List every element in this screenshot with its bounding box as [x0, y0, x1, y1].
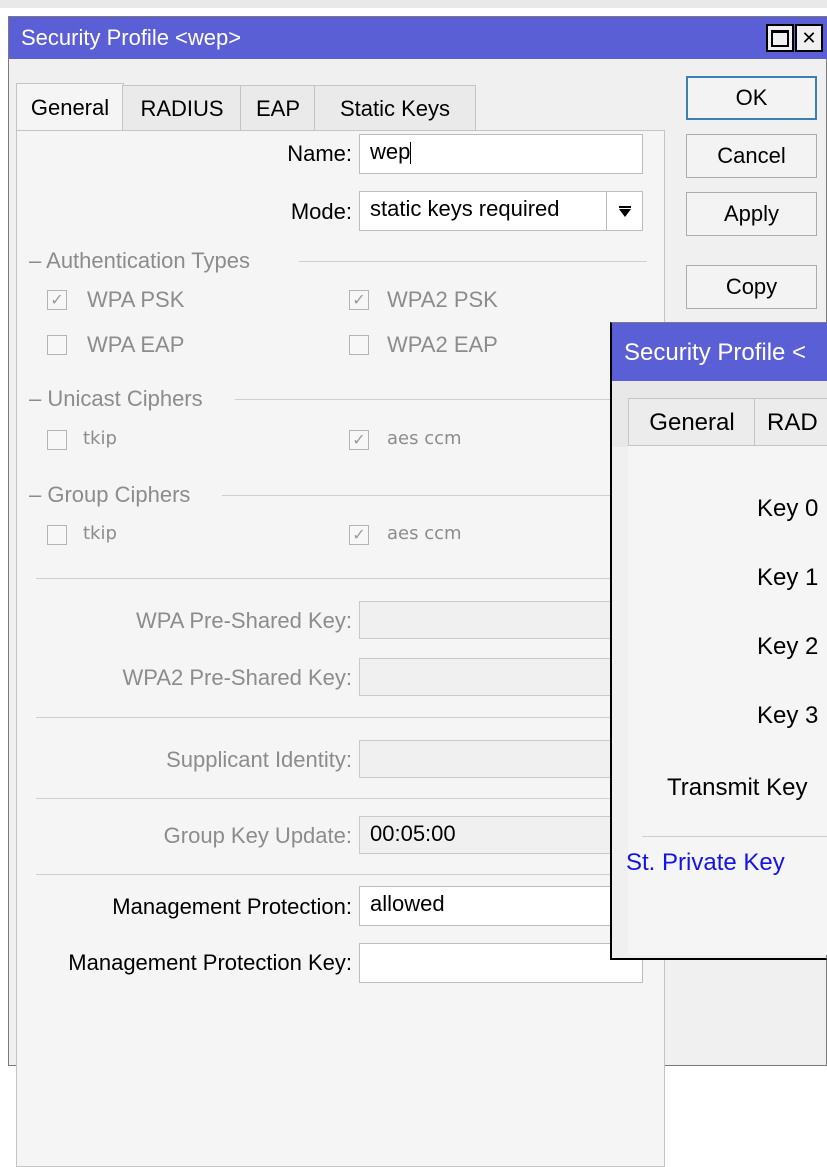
group-aes-ccm-label: aes ccm	[387, 523, 462, 544]
name-input[interactable]: wep	[359, 134, 643, 174]
key-0-label: Key 0	[757, 495, 819, 522]
tab-general[interactable]: General	[16, 83, 124, 132]
unicast-tkip-checkbox[interactable]	[47, 430, 67, 450]
unicast-ciphers-divider	[235, 399, 647, 400]
unicast-aes-ccm-checkbox[interactable]: ✓	[349, 430, 369, 450]
maximize-button[interactable]	[766, 24, 794, 52]
copy-button[interactable]: Copy	[686, 265, 817, 309]
title-bar[interactable]: Security Profile <wep> ✕	[9, 17, 827, 59]
group-ciphers-divider	[222, 495, 647, 496]
group-key-update-label: Group Key Update:	[163, 823, 352, 848]
ok-button[interactable]: OK	[686, 76, 817, 120]
divider-1	[36, 578, 647, 579]
mode-select[interactable]: static keys required	[359, 191, 643, 231]
mode-dropdown-button[interactable]	[606, 192, 642, 230]
tab-static-keys[interactable]: Static Keys	[314, 85, 476, 131]
wpa2-psk-label: WPA2 PSK	[387, 287, 498, 312]
overlay-title-bar[interactable]: Security Profile <	[612, 323, 827, 381]
wpa2-eap-label: WPA2 EAP	[387, 332, 498, 357]
group-aes-ccm-checkbox[interactable]: ✓	[349, 525, 369, 545]
key-1-label: Key 1	[757, 564, 819, 591]
wpa-psk-key-label: WPA Pre-Shared Key:	[135, 608, 352, 633]
mode-label: Mode:	[290, 199, 352, 224]
close-icon: ✕	[801, 27, 817, 49]
wpa-psk-label: WPA PSK	[87, 287, 185, 312]
divider-3	[36, 798, 647, 799]
group-tkip-checkbox[interactable]	[47, 525, 67, 545]
cancel-button[interactable]: Cancel	[686, 134, 817, 178]
overlay-tab-radius[interactable]: RAD	[754, 398, 827, 447]
apply-button[interactable]: Apply	[686, 192, 817, 236]
overlay-window-title: Security Profile <	[624, 339, 807, 366]
mgmt-protection-select[interactable]: allowed	[359, 886, 643, 926]
general-tab-panel	[16, 130, 665, 1167]
auth-types-divider	[299, 261, 647, 262]
close-button[interactable]: ✕	[795, 24, 823, 52]
overlay-divider	[642, 836, 827, 837]
supplicant-identity-label: Supplicant Identity:	[166, 747, 352, 772]
text-cursor	[410, 142, 412, 165]
tab-eap[interactable]: EAP	[240, 85, 316, 131]
wpa2-eap-checkbox[interactable]	[349, 335, 369, 355]
wpa2-psk-checkbox[interactable]: ✓	[349, 290, 369, 310]
name-label: Name:	[287, 141, 352, 166]
group-tkip-label: tkip	[83, 523, 117, 544]
st-private-key-label: St. Private Key	[626, 849, 785, 876]
group-ciphers-title: – Group Ciphers	[29, 482, 191, 507]
unicast-ciphers-title: – Unicast Ciphers	[29, 386, 203, 411]
wpa2-psk-key-input[interactable]	[359, 658, 643, 696]
mgmt-protection-label: Management Protection:	[112, 894, 352, 919]
overlay-security-profile-window: Security Profile < General RAD Key 0 Key…	[610, 322, 827, 960]
wpa-eap-label: WPA EAP	[87, 332, 185, 357]
unicast-tkip-label: tkip	[83, 428, 117, 449]
maximize-icon	[771, 29, 789, 47]
wpa-psk-checkbox[interactable]: ✓	[47, 290, 67, 310]
window-title: Security Profile <wep>	[21, 25, 242, 50]
key-3-label: Key 3	[757, 702, 819, 729]
key-2-label: Key 2	[757, 633, 819, 660]
divider-4	[36, 874, 647, 875]
divider-2	[36, 717, 647, 718]
unicast-aes-ccm-label: aes ccm	[387, 428, 462, 449]
background-window-edge	[0, 0, 827, 8]
auth-types-title: – Authentication Types	[29, 248, 250, 273]
transmit-key-label: Transmit Key	[667, 774, 808, 801]
wpa-psk-key-input[interactable]	[359, 601, 643, 639]
mgmt-protection-key-input[interactable]	[359, 943, 643, 983]
mgmt-protection-key-label: Management Protection Key:	[68, 950, 352, 975]
wpa2-psk-key-label: WPA2 Pre-Shared Key:	[122, 665, 352, 690]
supplicant-identity-input[interactable]	[359, 740, 643, 778]
group-key-update-input[interactable]: 00:05:00	[359, 816, 643, 854]
tab-radius[interactable]: RADIUS	[122, 85, 242, 131]
overlay-tab-general[interactable]: General	[628, 398, 756, 447]
dropdown-arrow-icon	[618, 205, 631, 217]
wpa-eap-checkbox[interactable]	[47, 335, 67, 355]
